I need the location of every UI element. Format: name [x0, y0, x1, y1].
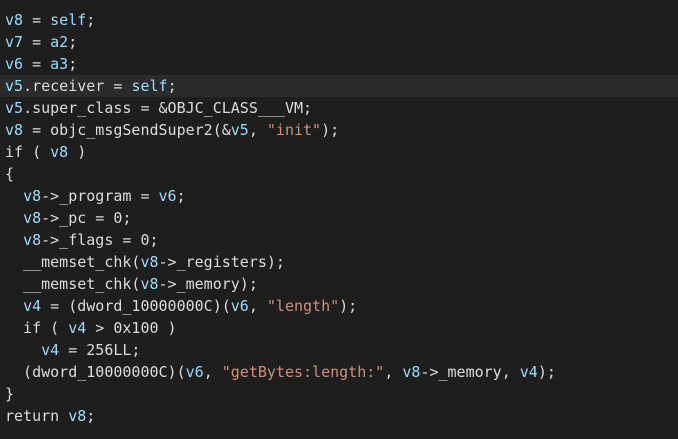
code-token: );: [339, 297, 358, 315]
code-token-string: "init": [266, 121, 322, 139]
code-token: }: [5, 385, 15, 403]
code-token: __memset_chk(: [5, 275, 141, 293]
code-line[interactable]: v8 = self;: [0, 9, 678, 31]
code-token-variable[interactable]: v8: [23, 209, 41, 227]
code-line[interactable]: __memset_chk(v8->_memory);: [0, 273, 678, 295]
code-token: > 0x100 ): [86, 319, 177, 337]
code-token: ;: [176, 187, 186, 205]
code-token-variable[interactable]: v4: [520, 363, 538, 381]
code-token: ->_pc = 0;: [41, 209, 132, 227]
code-token: ): [68, 143, 87, 161]
code-line[interactable]: v4 = 256LL;: [0, 339, 678, 361]
code-token: ;: [86, 407, 96, 425]
pseudocode-view[interactable]: v8 = self; v7 = a2; v6 = a3; v5.receiver = …: [0, 9, 678, 427]
code-token-variable[interactable]: a3: [50, 55, 68, 73]
code-token-variable[interactable]: v8: [5, 121, 23, 139]
code-token-variable[interactable]: v5: [5, 77, 23, 95]
code-token: __memset_chk(: [5, 253, 141, 271]
code-token: if (: [5, 319, 69, 337]
code-token: return: [5, 407, 69, 425]
code-token: ,: [203, 363, 222, 381]
code-token: =: [23, 55, 51, 73]
code-token-variable[interactable]: v4: [68, 319, 86, 337]
code-token-string: "length": [266, 297, 340, 315]
code-token-variable[interactable]: v8: [23, 187, 41, 205]
code-token-variable[interactable]: self: [131, 77, 167, 95]
code-token-variable[interactable]: v6: [186, 363, 204, 381]
code-token-variable[interactable]: v7: [5, 33, 23, 51]
code-line[interactable]: v6 = a3;: [0, 53, 678, 75]
code-token: (dword_10000000C)(: [5, 363, 186, 381]
code-token: ->_program =: [41, 187, 159, 205]
code-line[interactable]: return v8;: [0, 405, 678, 427]
code-token: ,: [248, 297, 267, 315]
code-token-variable[interactable]: v4: [41, 341, 59, 359]
code-token: ;: [167, 77, 177, 95]
code-token-variable[interactable]: v5: [5, 99, 23, 117]
code-line[interactable]: v8->_pc = 0;: [0, 207, 678, 229]
code-line[interactable]: v8 = objc_msgSendSuper2(&v5, "init");: [0, 119, 678, 141]
code-line[interactable]: __memset_chk(v8->_registers);: [0, 251, 678, 273]
code-token-string: "getBytes:length:": [221, 363, 385, 381]
code-token-variable[interactable]: self: [50, 11, 86, 29]
code-token-variable[interactable]: v8: [68, 407, 86, 425]
code-token-variable[interactable]: v8: [23, 231, 41, 249]
code-token: = (dword_10000000C)(: [41, 297, 231, 315]
code-token: .receiver =: [23, 77, 132, 95]
code-line[interactable]: v5.receiver = self;: [0, 75, 678, 97]
code-token: =: [23, 33, 51, 51]
code-token: = 256LL;: [59, 341, 141, 359]
code-line[interactable]: if ( v8 ): [0, 141, 678, 163]
code-token: ;: [68, 55, 78, 73]
code-token-variable[interactable]: v8: [5, 11, 23, 29]
code-token-variable[interactable]: v6: [5, 55, 23, 73]
code-token: = objc_msgSendSuper2(&: [23, 121, 231, 139]
code-line[interactable]: v8->_program = v6;: [0, 185, 678, 207]
code-token: );: [537, 363, 556, 381]
code-token-variable[interactable]: v8: [50, 143, 68, 161]
code-token-variable[interactable]: v4: [23, 297, 41, 315]
code-line[interactable]: v8->_flags = 0;: [0, 229, 678, 251]
code-line[interactable]: v7 = a2;: [0, 31, 678, 53]
code-token: .super_class = &OBJC_CLASS___VM;: [23, 99, 313, 117]
code-token: ,: [384, 363, 403, 381]
code-line[interactable]: {: [0, 163, 678, 185]
code-line[interactable]: v4 = (dword_10000000C)(v6, "length");: [0, 295, 678, 317]
code-token-variable[interactable]: v8: [140, 275, 158, 293]
code-token: ,: [248, 121, 267, 139]
code-token: ->_registers);: [158, 253, 285, 271]
code-token-variable[interactable]: a2: [50, 33, 68, 51]
code-token-variable[interactable]: v6: [231, 297, 249, 315]
code-token: ->_memory,: [420, 363, 520, 381]
code-token: =: [23, 11, 51, 29]
code-line[interactable]: if ( v4 > 0x100 ): [0, 317, 678, 339]
code-token-variable[interactable]: v5: [231, 121, 249, 139]
code-line[interactable]: }: [0, 383, 678, 405]
code-token: if (: [5, 143, 51, 161]
code-token: ->_memory);: [158, 275, 258, 293]
code-token: );: [321, 121, 340, 139]
code-token-variable[interactable]: v6: [159, 187, 177, 205]
code-token: ;: [68, 33, 78, 51]
code-token: ;: [86, 11, 96, 29]
code-line[interactable]: (dword_10000000C)(v6, "getBytes:length:"…: [0, 361, 678, 383]
code-token-variable[interactable]: v8: [140, 253, 158, 271]
code-token: ->_flags = 0;: [41, 231, 159, 249]
code-line[interactable]: v5.super_class = &OBJC_CLASS___VM;: [0, 97, 678, 119]
code-token: {: [5, 165, 15, 183]
code-token-variable[interactable]: v8: [402, 363, 420, 381]
